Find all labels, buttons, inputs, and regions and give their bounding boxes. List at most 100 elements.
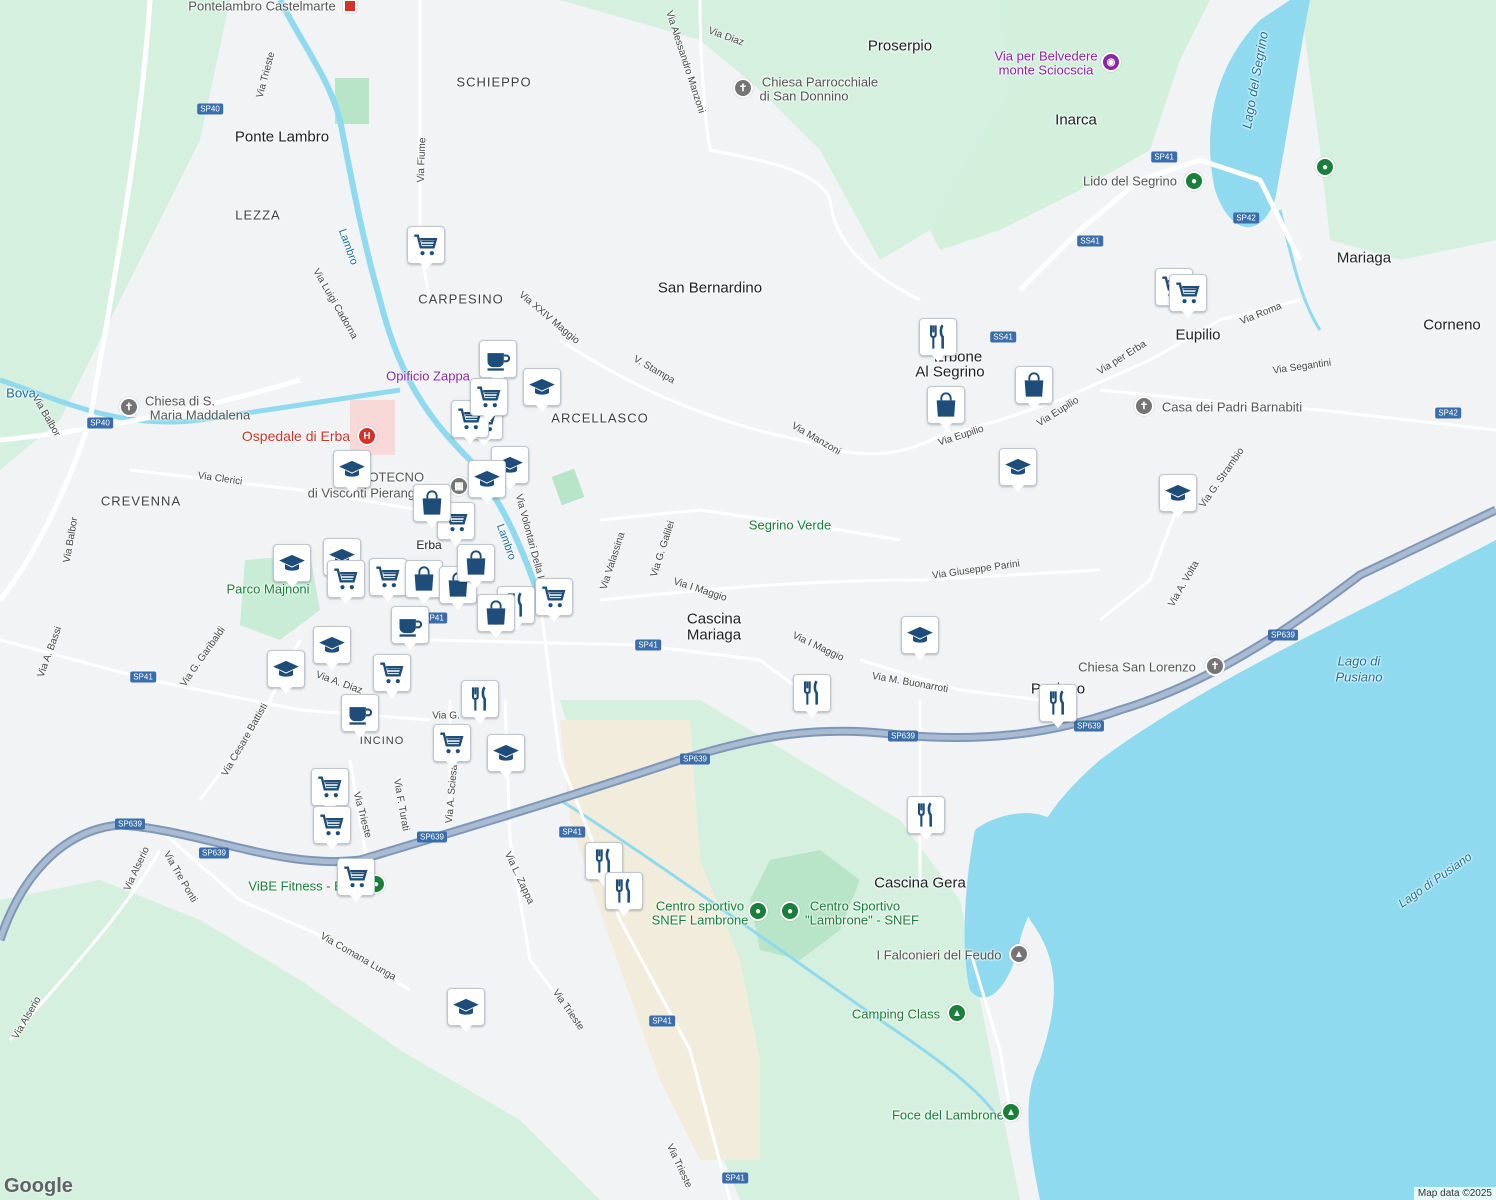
coffee-cup-pin[interactable] bbox=[479, 340, 517, 384]
label-proserpio: Proserpio bbox=[867, 37, 933, 55]
shopping-cart-icon bbox=[374, 563, 402, 591]
fork-knife-icon bbox=[590, 847, 618, 875]
graduation-cap-icon bbox=[318, 631, 346, 659]
fork-knife-pin[interactable] bbox=[793, 674, 831, 718]
shopping-cart-pin[interactable] bbox=[369, 558, 407, 602]
road-shield: SP41 bbox=[559, 826, 585, 838]
label-mariaga: Mariaga bbox=[1336, 249, 1392, 267]
shopping-cart-pin[interactable] bbox=[327, 560, 365, 604]
hospital-icon[interactable]: H bbox=[357, 426, 377, 446]
label-chiesa-maddalena-1[interactable]: Chiesa di S. bbox=[145, 394, 215, 409]
label-chiesa-donnino-2[interactable]: di San Donnino bbox=[760, 89, 849, 104]
shopping-cart-icon bbox=[332, 565, 360, 593]
label-snef2-2[interactable]: "Lambrone" - SNEF bbox=[805, 913, 919, 928]
street-via-fiume: Via Fiume bbox=[415, 137, 429, 183]
graduation-cap-pin[interactable] bbox=[333, 450, 371, 494]
train-station-icon[interactable] bbox=[343, 0, 357, 13]
shopping-cart-pin[interactable] bbox=[470, 378, 508, 422]
map-base-layer bbox=[0, 0, 1496, 1200]
shopping-cart-pin[interactable] bbox=[407, 226, 445, 270]
label-pontelambro-castelmarte: Pontelambro Castelmarte bbox=[188, 0, 336, 14]
label-camping[interactable]: Camping Class bbox=[852, 1007, 940, 1022]
fork-knife-pin[interactable] bbox=[461, 680, 499, 724]
label-belvedere-2[interactable]: monte Sciocscia bbox=[999, 63, 1094, 78]
shopping-cart-pin[interactable] bbox=[373, 654, 411, 698]
road-shield: SP41 bbox=[722, 1172, 748, 1184]
shopping-bag-icon bbox=[418, 489, 446, 517]
shopping-cart-pin[interactable] bbox=[313, 806, 351, 850]
label-segrino-verde[interactable]: Segrino Verde bbox=[749, 518, 831, 533]
map-attribution[interactable]: Map data ©2025 bbox=[1413, 1187, 1496, 1200]
coffee-cup-pin[interactable] bbox=[391, 606, 429, 650]
shopping-bag-pin[interactable] bbox=[457, 544, 495, 588]
graduation-cap-pin[interactable] bbox=[313, 626, 351, 670]
label-snef1-1[interactable]: Centro sportivo bbox=[656, 899, 744, 914]
label-chiesa-maddalena-2[interactable]: Maria Maddalena bbox=[150, 408, 250, 423]
park-marker-icon[interactable]: ● bbox=[1315, 157, 1335, 177]
map-canvas[interactable]: Proserpio Inarca Mariaga Corneno Eupilio… bbox=[0, 0, 1496, 1200]
park-marker-icon[interactable]: ● bbox=[748, 901, 768, 921]
label-falconieri[interactable]: I Falconieri del Feudo bbox=[876, 948, 1001, 963]
shopping-bag-pin[interactable] bbox=[413, 484, 451, 528]
shopping-bag-icon bbox=[482, 599, 510, 627]
museum-icon[interactable]: ▦ bbox=[449, 476, 469, 496]
graduation-cap-pin[interactable] bbox=[523, 368, 561, 412]
shopping-cart-icon bbox=[342, 863, 370, 891]
graduation-cap-pin[interactable] bbox=[447, 988, 485, 1032]
fork-knife-pin[interactable] bbox=[919, 318, 957, 362]
coffee-cup-pin[interactable] bbox=[341, 694, 379, 738]
label-snef2-1[interactable]: Centro Sportivo bbox=[810, 899, 900, 914]
shopping-bag-icon bbox=[1020, 371, 1048, 399]
shopping-cart-pin[interactable] bbox=[1169, 274, 1207, 318]
shopping-bag-pin[interactable] bbox=[927, 386, 965, 430]
graduation-cap-pin[interactable] bbox=[901, 616, 939, 660]
graduation-cap-pin[interactable] bbox=[468, 460, 506, 504]
shopping-bag-pin[interactable] bbox=[405, 560, 443, 604]
label-arcellasco: ARCELLASCO bbox=[551, 410, 649, 426]
church-icon[interactable]: ✝ bbox=[733, 78, 753, 98]
road-shield: SS41 bbox=[1077, 235, 1103, 247]
label-lezza: LEZZA bbox=[235, 207, 281, 223]
road-shield: SP40 bbox=[87, 417, 113, 429]
graduation-cap-pin[interactable] bbox=[487, 734, 525, 778]
shopping-cart-pin[interactable] bbox=[337, 858, 375, 902]
label-opificio[interactable]: Opificio Zappa bbox=[386, 369, 470, 384]
graduation-cap-icon bbox=[1004, 453, 1032, 481]
fork-knife-icon bbox=[924, 323, 952, 351]
graduation-cap-pin[interactable] bbox=[273, 544, 311, 588]
shopping-cart-pin[interactable] bbox=[311, 768, 349, 812]
shopping-cart-pin[interactable] bbox=[535, 578, 573, 622]
fork-knife-pin[interactable] bbox=[907, 796, 945, 840]
label-chiesa-lorenzo[interactable]: Chiesa San Lorenzo bbox=[1078, 660, 1196, 675]
label-inarca: Inarca bbox=[1055, 111, 1097, 129]
label-ospedale[interactable]: Ospedale di Erba bbox=[242, 428, 350, 444]
park-marker-icon[interactable]: ● bbox=[1184, 171, 1204, 191]
fork-knife-pin[interactable] bbox=[1039, 684, 1077, 728]
label-snef1-2[interactable]: SNEF Lambrone bbox=[652, 913, 749, 928]
label-foce[interactable]: Foce del Lambrone bbox=[892, 1108, 1004, 1123]
shopping-cart-icon bbox=[316, 773, 344, 801]
school-icon[interactable]: ▲ bbox=[1009, 944, 1029, 964]
label-casa-padri[interactable]: Casa dei Padri Barnabiti bbox=[1162, 400, 1302, 415]
label-chiesa-donnino-1[interactable]: Chiesa Parrocchiale bbox=[762, 75, 878, 90]
camera-icon[interactable]: ◉ bbox=[1101, 52, 1121, 72]
tree-icon[interactable]: ▲ bbox=[1001, 1102, 1021, 1122]
shopping-bag-pin[interactable] bbox=[1015, 366, 1053, 410]
shopping-bag-pin[interactable] bbox=[477, 594, 515, 638]
fork-knife-pin[interactable] bbox=[605, 872, 643, 916]
park-small-2 bbox=[551, 468, 585, 506]
hills-east bbox=[1300, 0, 1496, 260]
graduation-cap-pin[interactable] bbox=[267, 650, 305, 694]
park-marker-icon[interactable]: ● bbox=[780, 901, 800, 921]
label-belvedere-1[interactable]: Via per Belvedere bbox=[994, 49, 1097, 64]
church-icon[interactable]: ✝ bbox=[1205, 656, 1225, 676]
campground-icon[interactable]: ▲ bbox=[947, 1003, 967, 1023]
label-lago-pusiano-1: Lago di bbox=[1337, 653, 1381, 669]
church-icon[interactable]: ✝ bbox=[119, 397, 139, 417]
shopping-cart-pin[interactable] bbox=[433, 724, 471, 768]
label-lido-segrino[interactable]: Lido del Segrino bbox=[1083, 174, 1177, 189]
graduation-cap-pin[interactable] bbox=[1159, 474, 1197, 518]
road-shield: SP41 bbox=[649, 1015, 675, 1027]
graduation-cap-pin[interactable] bbox=[999, 448, 1037, 492]
church-icon[interactable]: ✝ bbox=[1134, 396, 1154, 416]
